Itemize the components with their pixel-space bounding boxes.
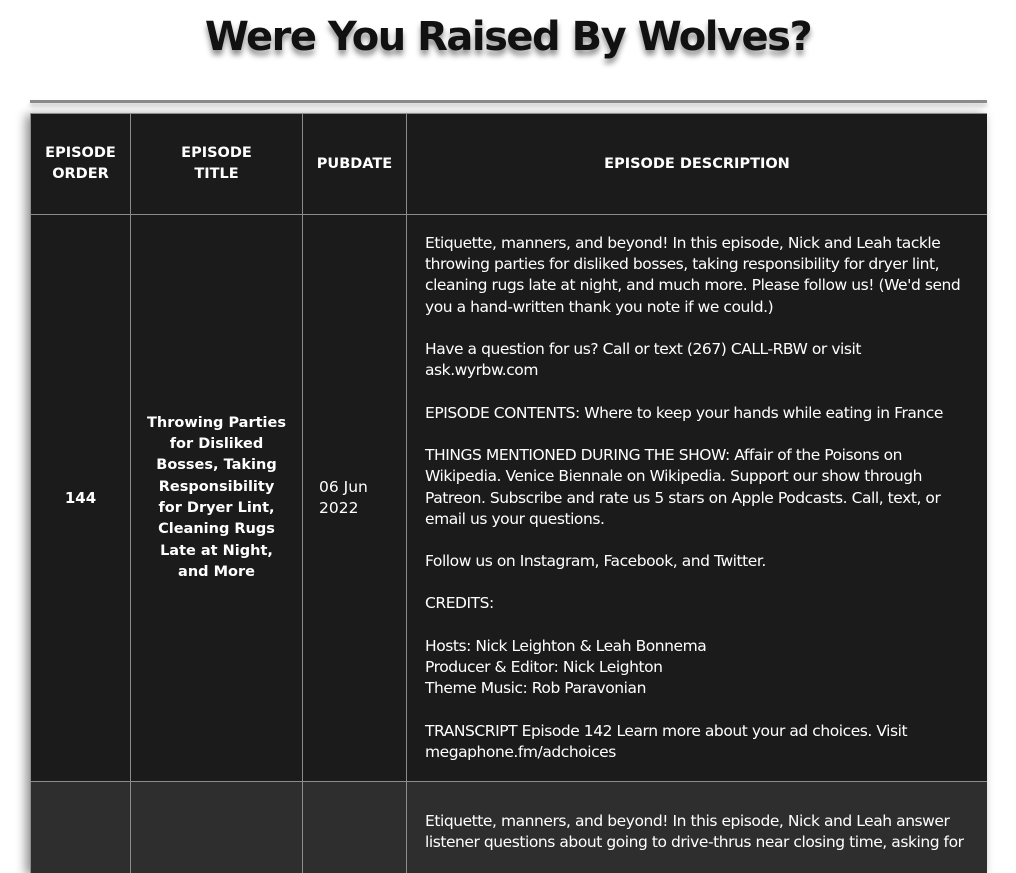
page-title: Were You Raised By Wolves? — [0, 14, 1016, 60]
header-episode-description: EPISODE DESCRIPTION — [407, 114, 988, 215]
episode-title-cell — [131, 782, 303, 873]
episodes-table: EPISODE ORDER EPISODE TITLE PUBDATE EPIS… — [30, 113, 987, 873]
header-pubdate: PUBDATE — [303, 114, 407, 215]
episode-pubdate-cell — [303, 782, 407, 873]
episode-title-cell: Throwing Parties for Disliked Bosses, Ta… — [131, 215, 303, 782]
episode-pubdate-cell: 06 Jun 2022 — [303, 215, 407, 782]
episode-description-cell: Etiquette, manners, and beyond! In this … — [407, 215, 988, 782]
description-transcript: TRANSCRIPT Episode 142 Learn more about … — [425, 721, 969, 764]
description-mentioned: THINGS MENTIONED DURING THE SHOW: Affair… — [425, 445, 969, 530]
credits-producer: Producer & Editor: Nick Leighton — [425, 657, 969, 678]
description-intro: Etiquette, manners, and beyond! In this … — [425, 811, 969, 854]
description-credits-heading: CREDITS: — [425, 593, 969, 614]
description-follow: Follow us on Instagram, Facebook, and Tw… — [425, 551, 969, 572]
description-question: Have a question for us? Call or text (26… — [425, 339, 969, 382]
description-contents: EPISODE CONTENTS: Where to keep your han… — [425, 403, 969, 424]
episodes-table-container[interactable]: EPISODE ORDER EPISODE TITLE PUBDATE EPIS… — [30, 113, 987, 873]
table-row: Etiquette, manners, and beyond! In this … — [31, 782, 988, 873]
episode-order-cell — [31, 782, 131, 873]
title-divider — [30, 100, 987, 103]
episode-description-cell: Etiquette, manners, and beyond! In this … — [407, 782, 988, 873]
episode-order-cell: 144 — [31, 215, 131, 782]
table-row: 144 Throwing Parties for Disliked Bosses… — [31, 215, 988, 782]
header-episode-title: EPISODE TITLE — [131, 114, 303, 215]
credits-hosts: Hosts: Nick Leighton & Leah Bonnema — [425, 636, 969, 657]
table-header-row: EPISODE ORDER EPISODE TITLE PUBDATE EPIS… — [31, 114, 988, 215]
header-episode-order: EPISODE ORDER — [31, 114, 131, 215]
description-intro: Etiquette, manners, and beyond! In this … — [425, 233, 969, 318]
description-credits-list: Hosts: Nick Leighton & Leah Bonnema Prod… — [425, 636, 969, 700]
credits-theme: Theme Music: Rob Paravonian — [425, 678, 969, 699]
